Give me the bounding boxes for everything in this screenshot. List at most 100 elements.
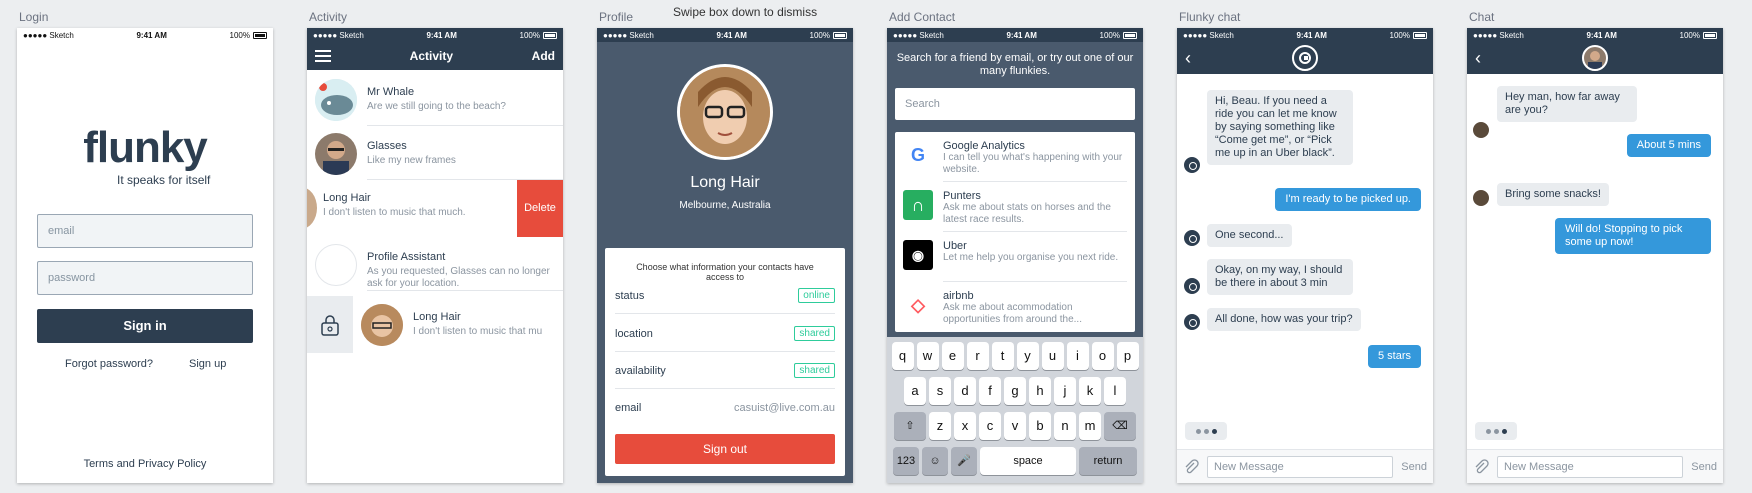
search-input[interactable]: Search: [895, 88, 1135, 120]
message-in: Hey man, how far away are you?: [1497, 86, 1637, 122]
sharing-row-status[interactable]: status online: [615, 278, 835, 314]
emoji-key[interactable]: ☺: [922, 447, 948, 475]
uber-logo-icon: [1292, 45, 1318, 71]
key-o[interactable]: o: [1091, 342, 1114, 370]
item-name: Google Analytics: [943, 140, 1025, 152]
activity-row[interactable]: Glasses Like my new frames: [307, 128, 563, 180]
sharing-row-availability[interactable]: availability shared: [615, 353, 835, 389]
key-k[interactable]: k: [1079, 377, 1101, 405]
board-label-add-contact: Add Contact: [889, 10, 956, 24]
key-h[interactable]: h: [1029, 377, 1051, 405]
field-toggle[interactable]: shared: [794, 326, 835, 341]
key-f[interactable]: f: [979, 377, 1001, 405]
numbers-key[interactable]: 123: [893, 447, 919, 475]
key-y[interactable]: y: [1016, 342, 1039, 370]
list-item[interactable]: ◉ Uber Let me help you organise you next …: [895, 232, 1135, 282]
key-b[interactable]: b: [1029, 412, 1051, 440]
send-button[interactable]: Send: [1691, 461, 1717, 473]
list-item[interactable]: ∩ Punters Ask me about stats on horses an…: [895, 182, 1135, 232]
battery-icon: [1702, 31, 1717, 39]
carrier-text: ●●●●● Sketch: [893, 30, 944, 40]
signup-link[interactable]: Sign up: [189, 358, 226, 370]
board-note: Swipe box down to dismiss: [673, 5, 818, 19]
message-out: 5 stars: [1367, 345, 1421, 368]
key-i[interactable]: i: [1066, 342, 1089, 370]
key-v[interactable]: v: [1004, 412, 1026, 440]
google-icon: G: [910, 144, 925, 165]
key-w[interactable]: w: [916, 342, 939, 370]
bot-avatar-icon: [1183, 229, 1201, 247]
field-toggle[interactable]: online: [798, 288, 835, 303]
paperclip-icon[interactable]: [1473, 458, 1489, 475]
send-button[interactable]: Send: [1401, 461, 1427, 473]
signin-button[interactable]: Sign in: [37, 309, 253, 343]
key-n[interactable]: n: [1054, 412, 1076, 440]
key-d[interactable]: d: [954, 377, 976, 405]
shift-key[interactable]: ⇧: [894, 412, 926, 440]
key-c[interactable]: c: [979, 412, 1001, 440]
row-preview: Are we still going to the beach?: [367, 101, 506, 112]
row-preview: Like my new frames: [367, 155, 456, 166]
sharing-row-email[interactable]: email casuist@live.com.au: [615, 390, 835, 426]
forgot-password-link[interactable]: Forgot password?: [65, 358, 153, 370]
battery-indicator: 100%: [1390, 31, 1427, 40]
lock-icon[interactable]: [307, 296, 353, 353]
key-g[interactable]: g: [1004, 377, 1026, 405]
back-arrow-icon[interactable]: ‹: [1475, 48, 1481, 69]
avatar: [315, 79, 357, 121]
field-label: availability: [615, 364, 666, 377]
return-key[interactable]: return: [1079, 447, 1137, 475]
message-input[interactable]: New Message: [1497, 455, 1684, 478]
backspace-key[interactable]: ⌫: [1104, 412, 1136, 440]
sharing-row-location[interactable]: location shared: [615, 316, 835, 352]
key-j[interactable]: j: [1054, 377, 1076, 405]
activity-row[interactable]: Profile Assistant As you requested, Glas…: [307, 239, 563, 291]
key-s[interactable]: s: [929, 377, 951, 405]
key-x[interactable]: x: [954, 412, 976, 440]
login-screen: ●●●●● Sketch 9:41 AM 100% flunky It spea…: [17, 28, 273, 483]
activity-row[interactable]: Mr Whale Are we still going to the beach…: [307, 74, 563, 126]
key-q[interactable]: q: [891, 342, 914, 370]
list-item[interactable]: ◇ airbnb Ask me about acommodation opport…: [895, 282, 1135, 332]
battery-text: 100%: [229, 30, 250, 40]
activity-row-swiped[interactable]: Long Hair I don't listen to music that m…: [307, 180, 563, 237]
key-r[interactable]: r: [966, 342, 989, 370]
field-label: status: [615, 289, 645, 302]
key-e[interactable]: e: [941, 342, 964, 370]
row-name: Long Hair: [323, 192, 371, 204]
key-u[interactable]: u: [1041, 342, 1064, 370]
add-button[interactable]: Add: [532, 49, 555, 63]
field-toggle[interactable]: shared: [794, 363, 835, 378]
list-item[interactable]: G Google Analytics I can tell you what's …: [895, 132, 1135, 182]
signout-button[interactable]: Sign out: [615, 434, 835, 464]
battery-icon: [1122, 31, 1137, 39]
message-out: Will do! Stopping to pick some up now!: [1555, 218, 1711, 254]
key-m[interactable]: m: [1079, 412, 1101, 440]
space-key[interactable]: space: [980, 447, 1076, 475]
activity-row-swiped-right[interactable]: Long Hair I don't listen to music that m…: [307, 296, 563, 353]
key-z[interactable]: z: [929, 412, 951, 440]
key-p[interactable]: p: [1116, 342, 1139, 370]
brand-logo: flunky: [83, 123, 208, 172]
message-input[interactable]: New Message: [1207, 455, 1394, 478]
key-a[interactable]: a: [904, 377, 926, 405]
board-label-login: Login: [19, 10, 49, 24]
chat-screen: ●●●●● Sketch 9:41 AM 100% ‹ Hey man, how…: [1467, 28, 1723, 483]
key-l[interactable]: l: [1104, 377, 1126, 405]
terms-link[interactable]: Terms and Privacy Policy: [17, 458, 273, 470]
item-name: airbnb: [943, 290, 974, 302]
battery-text: 100%: [809, 30, 830, 40]
password-field[interactable]: password: [37, 261, 253, 295]
add-contact-intro: Search for a friend by email, or try out…: [896, 52, 1134, 77]
mic-key[interactable]: 🎤: [951, 447, 977, 475]
email-field[interactable]: email: [37, 214, 253, 248]
key-t[interactable]: t: [991, 342, 1014, 370]
item-desc: Ask me about acommodation opportunities …: [943, 302, 1082, 325]
back-arrow-icon[interactable]: ‹: [1185, 48, 1191, 69]
delete-button[interactable]: Delete: [517, 180, 563, 237]
sharing-heading: Choose what information your contacts ha…: [636, 262, 814, 282]
paperclip-icon[interactable]: [1183, 458, 1199, 475]
menu-icon[interactable]: [315, 50, 331, 62]
status-bar: ●●●●● Sketch 9:41 AM 100%: [1467, 28, 1723, 42]
status-bar: ●●●●● Sketch 9:41 AM 100%: [597, 28, 853, 42]
